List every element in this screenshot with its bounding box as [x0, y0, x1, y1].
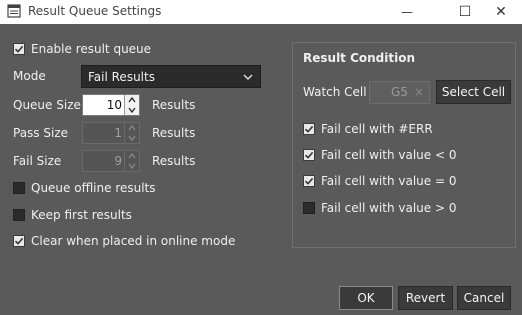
fail-eq-zero-label: Fail cell with value = 0	[321, 174, 457, 188]
title-bar: Result Queue Settings — ☐ ✕	[0, 0, 522, 24]
fail-size-value: 9	[114, 154, 122, 168]
revert-label: Revert	[405, 291, 446, 305]
minimize-icon: —	[401, 5, 413, 19]
select-cell-label: Select Cell	[441, 85, 506, 99]
arrow-up-icon	[128, 125, 136, 131]
enable-queue-checkbox[interactable]: Enable result queue	[13, 41, 151, 57]
clear-online-label: Clear when placed in online mode	[31, 234, 236, 248]
select-cell-button[interactable]: Select Cell	[436, 80, 511, 104]
fail-gt-zero-checkbox[interactable]: Fail cell with value > 0	[303, 200, 456, 216]
queue-size-increment[interactable]	[125, 95, 139, 105]
mode-label: Mode	[13, 69, 46, 83]
arrow-down-icon	[128, 135, 136, 141]
pass-size-unit: Results	[152, 126, 196, 140]
arrow-up-icon	[128, 97, 136, 103]
fail-lt-zero-label: Fail cell with value < 0	[321, 148, 457, 162]
close-button[interactable]: ✕	[478, 0, 522, 24]
fail-size-unit: Results	[152, 154, 196, 168]
maximize-icon: ☐	[458, 4, 472, 20]
watch-cell-field: G5 ×	[369, 81, 430, 104]
checkmark-icon	[303, 123, 315, 135]
pass-size-decrement	[125, 133, 139, 143]
checkmark-icon	[13, 43, 25, 55]
enable-queue-label: Enable result queue	[31, 42, 152, 56]
keep-first-label: Keep first results	[31, 208, 132, 222]
checkmark-icon	[303, 175, 315, 187]
result-condition-group	[292, 42, 516, 248]
arrow-down-icon	[128, 107, 136, 113]
watch-cell-value: G5	[391, 85, 408, 99]
queue-size-label: Queue Size	[13, 98, 81, 112]
checkbox-unchecked-icon	[13, 182, 25, 194]
keep-first-checkbox[interactable]: Keep first results	[13, 207, 132, 223]
result-condition-title: Result Condition	[303, 51, 416, 65]
close-icon: ✕	[495, 4, 507, 20]
fail-eq-zero-checkbox[interactable]: Fail cell with value = 0	[303, 173, 456, 189]
ok-label: OK	[357, 291, 375, 305]
window-title: Result Queue Settings	[28, 4, 162, 18]
mode-dropdown[interactable]: Fail Results	[81, 65, 261, 88]
pass-size-label: Pass Size	[13, 126, 69, 140]
minimize-button[interactable]: —	[384, 0, 430, 24]
arrow-up-icon	[128, 153, 136, 159]
fail-err-checkbox[interactable]: Fail cell with #ERR	[303, 121, 433, 137]
fail-size-increment	[125, 151, 139, 161]
settings-window-icon	[7, 4, 21, 18]
arrow-down-icon	[128, 163, 136, 169]
ok-button[interactable]: OK	[339, 286, 393, 310]
checkmark-icon	[13, 235, 25, 247]
pass-size-spinner: 1	[82, 122, 140, 144]
queue-size-value: 10	[106, 98, 122, 112]
pass-size-increment	[125, 123, 139, 133]
chevron-down-icon	[242, 71, 254, 86]
queue-size-unit: Results	[152, 98, 196, 112]
cancel-label: Cancel	[463, 291, 505, 305]
fail-size-decrement	[125, 161, 139, 171]
fail-size-spinner: 9	[82, 150, 140, 172]
checkbox-unchecked-icon	[13, 209, 25, 221]
clear-icon: ×	[413, 85, 424, 99]
pass-size-value: 1	[114, 126, 122, 140]
watch-cell-label: Watch Cell	[303, 85, 367, 99]
checkmark-icon	[303, 149, 315, 161]
queue-offline-checkbox[interactable]: Queue offline results	[13, 180, 156, 196]
queue-size-decrement[interactable]	[125, 105, 139, 115]
fail-gt-zero-label: Fail cell with value > 0	[321, 201, 457, 215]
fail-size-label: Fail Size	[13, 154, 62, 168]
mode-value: Fail Results	[88, 69, 155, 84]
cancel-button[interactable]: Cancel	[457, 286, 511, 310]
queue-size-spinner[interactable]: 10	[82, 94, 140, 116]
checkbox-unchecked-icon	[303, 202, 315, 214]
fail-err-label: Fail cell with #ERR	[321, 122, 433, 136]
revert-button[interactable]: Revert	[398, 286, 453, 310]
queue-offline-label: Queue offline results	[31, 181, 156, 195]
fail-lt-zero-checkbox[interactable]: Fail cell with value < 0	[303, 147, 456, 163]
clear-online-checkbox[interactable]: Clear when placed in online mode	[13, 233, 235, 249]
